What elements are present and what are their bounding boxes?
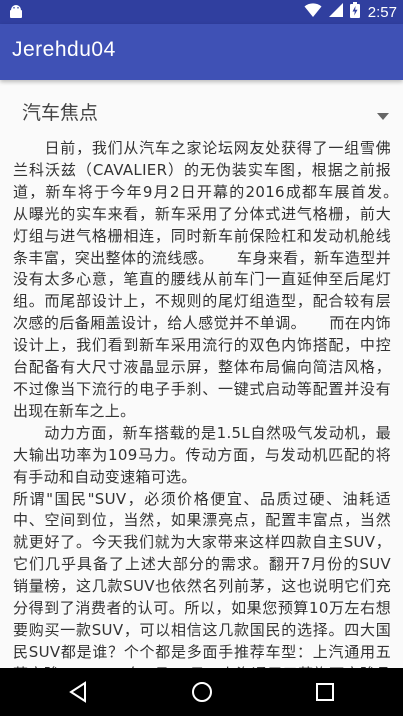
app-title: Jerehdu04: [12, 38, 116, 61]
status-bar: 2:57: [0, 0, 403, 24]
nav-bar: [0, 668, 403, 716]
android-icon: [8, 4, 24, 24]
app-bar: Jerehdu04: [0, 24, 403, 80]
category-spinner[interactable]: 汽车焦点: [0, 84, 403, 136]
battery-icon: [349, 2, 360, 22]
recents-icon[interactable]: [301, 668, 349, 716]
wifi-icon: [304, 2, 322, 22]
home-icon[interactable]: [178, 668, 226, 716]
dropdown-arrow-icon: [377, 105, 389, 124]
signal-icon: [328, 2, 344, 22]
back-icon[interactable]: [54, 668, 102, 716]
status-time: 2:57: [367, 3, 397, 21]
article-body: 日前，我们从汽车之家论坛网友处获得了一组雪佛兰科沃兹（CAVALIER）的无伪装…: [13, 139, 391, 668]
spinner-selected-value: 汽车焦点: [22, 102, 99, 124]
